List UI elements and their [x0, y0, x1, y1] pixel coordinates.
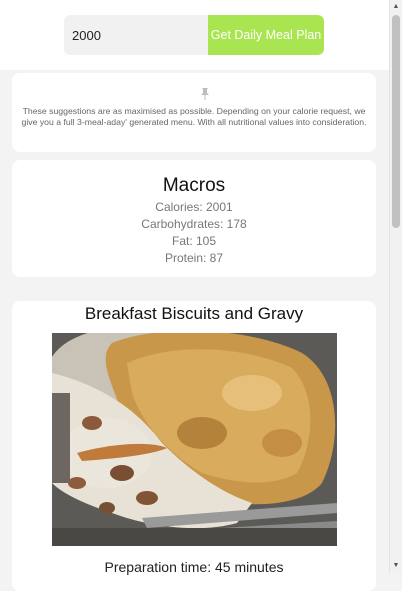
scrollbar[interactable]: ▲ ▼: [389, 0, 402, 573]
calories-value: Calories: 2001: [155, 200, 233, 214]
calorie-input[interactable]: [64, 15, 208, 55]
get-daily-meal-plan-button[interactable]: Get Daily Meal Plan: [208, 15, 324, 55]
info-card: These suggestions are as maximised as po…: [12, 73, 376, 152]
fat-value: Fat: 105: [171, 234, 217, 248]
protein-value: Protein: 87: [164, 251, 224, 265]
macros-card: Macros Calories: 2001 Carbohydrates: 178…: [12, 160, 376, 277]
meal-photo: [52, 333, 337, 546]
meal-title: Breakfast Biscuits and Gravy: [84, 304, 304, 323]
macros-title: Macros: [162, 175, 226, 196]
scrollbar-thumb[interactable]: [392, 15, 400, 228]
meal-card: Breakfast Biscuits and Gravy Preparation…: [12, 301, 376, 591]
scroll-down-arrow-icon[interactable]: ▼: [390, 560, 402, 572]
scroll-up-arrow-icon[interactable]: ▲: [390, 1, 402, 13]
top-bar: Get Daily Meal Plan: [0, 0, 389, 70]
carbohydrates-value: Carbohydrates: 178: [141, 217, 247, 231]
meal-plan-form: Get Daily Meal Plan: [64, 15, 324, 55]
pin-icon: [201, 88, 209, 100]
info-text: These suggestions are as maximised as po…: [21, 106, 367, 127]
